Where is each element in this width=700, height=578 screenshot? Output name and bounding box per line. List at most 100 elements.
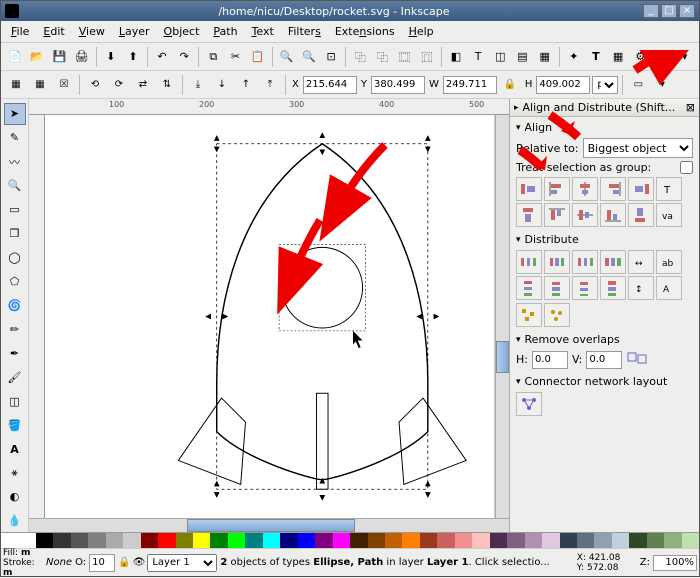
connector-tool[interactable]: ⚹ xyxy=(4,462,26,484)
swatch[interactable] xyxy=(368,533,385,548)
zoom-tool[interactable]: 🔍 xyxy=(4,175,26,197)
dist-baseline-h-icon[interactable]: ab xyxy=(656,250,682,274)
menu-view[interactable]: View xyxy=(73,23,111,40)
swatch[interactable] xyxy=(106,533,123,548)
color-palette[interactable] xyxy=(1,532,699,548)
group-icon[interactable]: ⿴ xyxy=(395,46,415,68)
swatch[interactable] xyxy=(385,533,402,548)
swatch[interactable] xyxy=(490,533,507,548)
align-right-out-icon[interactable] xyxy=(628,177,654,201)
align-dialog-icon[interactable]: ▦ xyxy=(535,46,555,68)
swatch[interactable] xyxy=(18,533,35,548)
menu-layer[interactable]: Layer xyxy=(113,23,156,40)
swatch[interactable] xyxy=(1,533,18,548)
rotate-cw-icon[interactable]: ⟳ xyxy=(108,74,130,96)
lower-bottom-icon[interactable]: ⤓ xyxy=(187,74,209,96)
swatch[interactable] xyxy=(298,533,315,548)
unclump-icon[interactable] xyxy=(544,303,570,327)
select-all-icon[interactable]: ▦ xyxy=(5,74,27,96)
open-icon[interactable]: 📂 xyxy=(27,46,47,68)
swatch[interactable] xyxy=(53,533,70,548)
unlink-icon[interactable]: ⿻ xyxy=(372,46,392,68)
unit-select[interactable]: px xyxy=(592,76,618,94)
export-icon[interactable]: ⬆ xyxy=(123,46,143,68)
maximize-button[interactable]: □ xyxy=(661,4,677,18)
menu-edit[interactable]: Edit xyxy=(37,23,70,40)
swatch[interactable] xyxy=(141,533,158,548)
connector-layout-icon[interactable] xyxy=(516,392,542,416)
clone-icon[interactable]: ⿻ xyxy=(350,46,370,68)
w-input[interactable] xyxy=(443,76,497,94)
swatch[interactable] xyxy=(245,533,262,548)
select-layer-icon[interactable]: ▦ xyxy=(29,74,51,96)
deselect-icon[interactable]: ☒ xyxy=(53,74,75,96)
minimize-button[interactable]: _ xyxy=(643,4,659,18)
dist-center-v-icon[interactable] xyxy=(544,276,570,300)
menu-path[interactable]: Path xyxy=(207,23,243,40)
dist-text-v-icon[interactable]: ↕ xyxy=(628,276,654,300)
ungroup-icon[interactable]: ⿵ xyxy=(417,46,437,68)
text-tool-icon[interactable]: T xyxy=(586,46,606,68)
flip-v-icon[interactable]: ⇅ xyxy=(156,74,178,96)
more-icon[interactable]: ▾ xyxy=(675,46,695,68)
panel-close-icon[interactable]: ⊠ xyxy=(686,101,695,114)
text-tool[interactable]: A xyxy=(4,438,26,460)
dist-baseline-v-icon[interactable]: A xyxy=(656,276,682,300)
align-top-out-icon[interactable] xyxy=(516,203,542,227)
overlap-h-input[interactable] xyxy=(532,351,568,369)
spiral-tool[interactable]: 🌀 xyxy=(4,295,26,317)
eraser-tool[interactable]: ◫ xyxy=(4,390,26,412)
layers-icon[interactable]: ▤ xyxy=(512,46,532,68)
swatch[interactable] xyxy=(402,533,419,548)
zoom-input[interactable] xyxy=(653,555,697,571)
align-right-icon[interactable] xyxy=(600,177,626,201)
menu-extensions[interactable]: Extensions xyxy=(329,23,401,40)
align-top-icon[interactable] xyxy=(544,203,570,227)
star-tool[interactable]: ⬠ xyxy=(4,271,26,293)
canvas[interactable] xyxy=(45,115,495,518)
swatch[interactable] xyxy=(36,533,53,548)
zoom-draw-icon[interactable]: 🔍 xyxy=(299,46,319,68)
scrollbar-vertical[interactable] xyxy=(495,115,509,518)
flip-h-icon[interactable]: ⇄ xyxy=(132,74,154,96)
ellipse-tool[interactable]: ◯ xyxy=(4,247,26,269)
swatch[interactable] xyxy=(88,533,105,548)
more-tool-icon[interactable]: ▾ xyxy=(651,74,673,96)
dist-top-icon[interactable] xyxy=(516,276,542,300)
new-icon[interactable]: 📄 xyxy=(5,46,25,68)
save-icon[interactable]: 💾 xyxy=(49,46,69,68)
dist-center-h-icon[interactable] xyxy=(544,250,570,274)
swatch[interactable] xyxy=(560,533,577,548)
redo-icon[interactable]: ↷ xyxy=(174,46,194,68)
dropper-tool[interactable]: 💧 xyxy=(4,510,26,532)
swatch[interactable] xyxy=(437,533,454,548)
menu-help[interactable]: Help xyxy=(403,23,440,40)
treat-group-checkbox[interactable] xyxy=(680,161,693,174)
align-left-out-icon[interactable] xyxy=(516,177,542,201)
swatch[interactable] xyxy=(123,533,140,548)
raise-top-icon[interactable]: ⤒ xyxy=(259,74,281,96)
node-tool[interactable]: ✎ xyxy=(4,127,26,149)
x-input[interactable] xyxy=(303,76,357,94)
y-input[interactable] xyxy=(371,76,425,94)
swatch[interactable] xyxy=(507,533,524,548)
overlap-v-input[interactable] xyxy=(586,351,622,369)
affect-stroke-icon[interactable]: ▭ xyxy=(627,74,649,96)
layer-select[interactable]: Layer 1 xyxy=(147,554,217,572)
selector-tool[interactable]: ➤ xyxy=(4,103,26,125)
swatch[interactable] xyxy=(176,533,193,548)
swatch[interactable] xyxy=(647,533,664,548)
swatch[interactable] xyxy=(525,533,542,548)
h-input[interactable] xyxy=(536,76,590,94)
menu-object[interactable]: Object xyxy=(158,23,206,40)
print-icon[interactable]: 🖨 xyxy=(72,46,92,68)
undo-icon[interactable]: ↶ xyxy=(152,46,172,68)
swatch[interactable] xyxy=(350,533,367,548)
panel-collapse-icon[interactable]: ▸ xyxy=(514,103,519,113)
fill-stroke-icon[interactable]: ◧ xyxy=(446,46,466,68)
swatch[interactable] xyxy=(71,533,88,548)
align-center-h-icon[interactable] xyxy=(572,177,598,201)
swatch[interactable] xyxy=(542,533,559,548)
dist-gap-h-icon[interactable] xyxy=(600,250,626,274)
bezier-tool[interactable]: ✒ xyxy=(4,342,26,364)
